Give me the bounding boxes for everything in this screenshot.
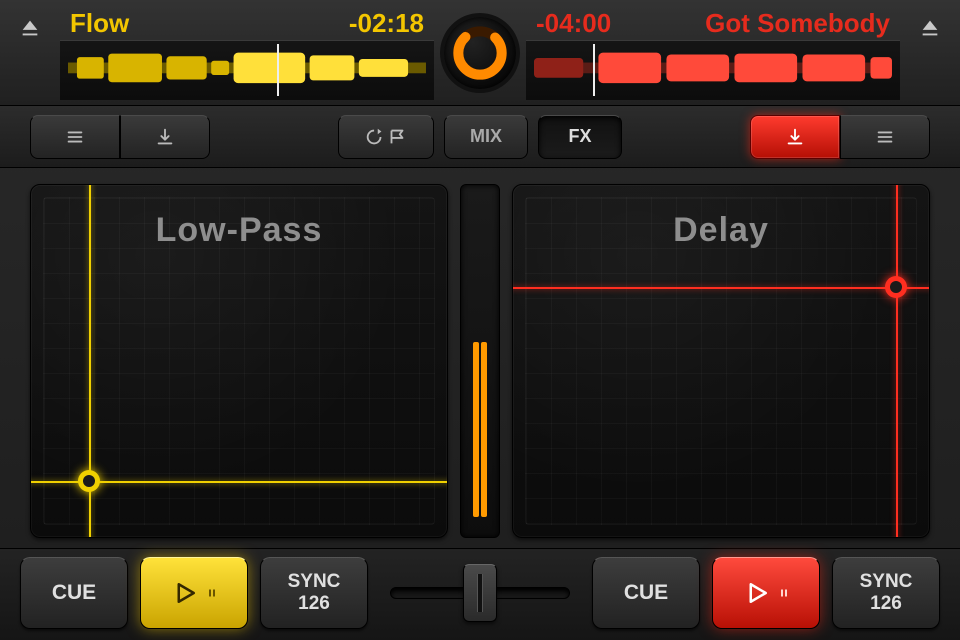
deck-a-sync-button[interactable]: SYNC 126 bbox=[260, 557, 368, 629]
deck-b-toolbar bbox=[750, 115, 930, 159]
deck-b-load-button[interactable] bbox=[750, 115, 840, 159]
deck-a-load-button[interactable] bbox=[120, 115, 210, 159]
deck-b-list-button[interactable] bbox=[840, 115, 930, 159]
waveform-icon bbox=[534, 50, 892, 86]
download-icon bbox=[154, 126, 176, 148]
deck-b-time: -04:00 bbox=[536, 8, 611, 39]
deck-b-sync-button[interactable]: SYNC 126 bbox=[832, 557, 940, 629]
deck-a-time: -02:18 bbox=[349, 8, 424, 39]
deck-a-list-button[interactable] bbox=[30, 115, 120, 159]
transport: CUE SYNC 126 CUE bbox=[0, 548, 960, 640]
deck-b-playhead bbox=[593, 44, 595, 96]
loop-cue-button[interactable] bbox=[338, 115, 434, 159]
eject-icon bbox=[19, 17, 41, 39]
deck-a-play-button[interactable] bbox=[140, 557, 248, 629]
sync-bpm: 126 bbox=[298, 593, 330, 615]
fx-tab[interactable]: FX bbox=[538, 115, 622, 159]
deck-a-title: Flow bbox=[70, 8, 129, 39]
deck-a-waveform[interactable] bbox=[60, 40, 434, 100]
header: Flow -02:18 bbox=[0, 0, 960, 106]
crossfader-handle[interactable] bbox=[463, 564, 497, 622]
play-pause-icon bbox=[742, 578, 790, 608]
dj-app: Flow -02:18 bbox=[0, 0, 960, 640]
deck-a-header: Flow -02:18 bbox=[60, 0, 434, 105]
deck-a-fx-pad[interactable]: Low-Pass bbox=[30, 184, 448, 538]
list-icon bbox=[64, 126, 86, 148]
mix-tab[interactable]: MIX bbox=[444, 115, 528, 159]
toolbar: MIX FX bbox=[0, 106, 960, 168]
deck-b-cue-button[interactable]: CUE bbox=[592, 557, 700, 629]
fx-area: Low-Pass Delay bbox=[0, 168, 960, 548]
center-tabs: MIX FX bbox=[338, 115, 622, 159]
list-icon bbox=[874, 126, 896, 148]
sync-bpm: 126 bbox=[870, 593, 902, 615]
play-pause-icon bbox=[170, 578, 218, 608]
deck-b-play-button[interactable] bbox=[712, 557, 820, 629]
eject-icon bbox=[919, 17, 941, 39]
eject-right-button[interactable] bbox=[900, 0, 960, 105]
deck-b-title: Got Somebody bbox=[705, 8, 890, 39]
deck-a-playhead bbox=[277, 44, 279, 96]
deck-b-waveform[interactable] bbox=[526, 40, 900, 100]
deck-b-transport: CUE SYNC 126 bbox=[592, 557, 940, 629]
eject-left-button[interactable] bbox=[0, 0, 60, 105]
deck-a-toolbar bbox=[30, 115, 210, 159]
crossfader[interactable] bbox=[380, 558, 580, 628]
deck-b-fx-pad[interactable]: Delay bbox=[512, 184, 930, 538]
sync-label: SYNC bbox=[860, 571, 913, 593]
center-progress bbox=[434, 0, 526, 105]
deck-a-transport: CUE SYNC 126 bbox=[20, 557, 368, 629]
deck-a-cue-button[interactable]: CUE bbox=[20, 557, 128, 629]
download-icon bbox=[784, 126, 806, 148]
sync-label: SYNC bbox=[288, 571, 341, 593]
loop-flag-icon bbox=[363, 126, 409, 148]
progress-ring-icon bbox=[450, 23, 510, 83]
deck-b-header: -04:00 Got Somebody bbox=[526, 0, 900, 105]
waveform-icon bbox=[68, 50, 426, 86]
level-meter bbox=[460, 184, 500, 538]
